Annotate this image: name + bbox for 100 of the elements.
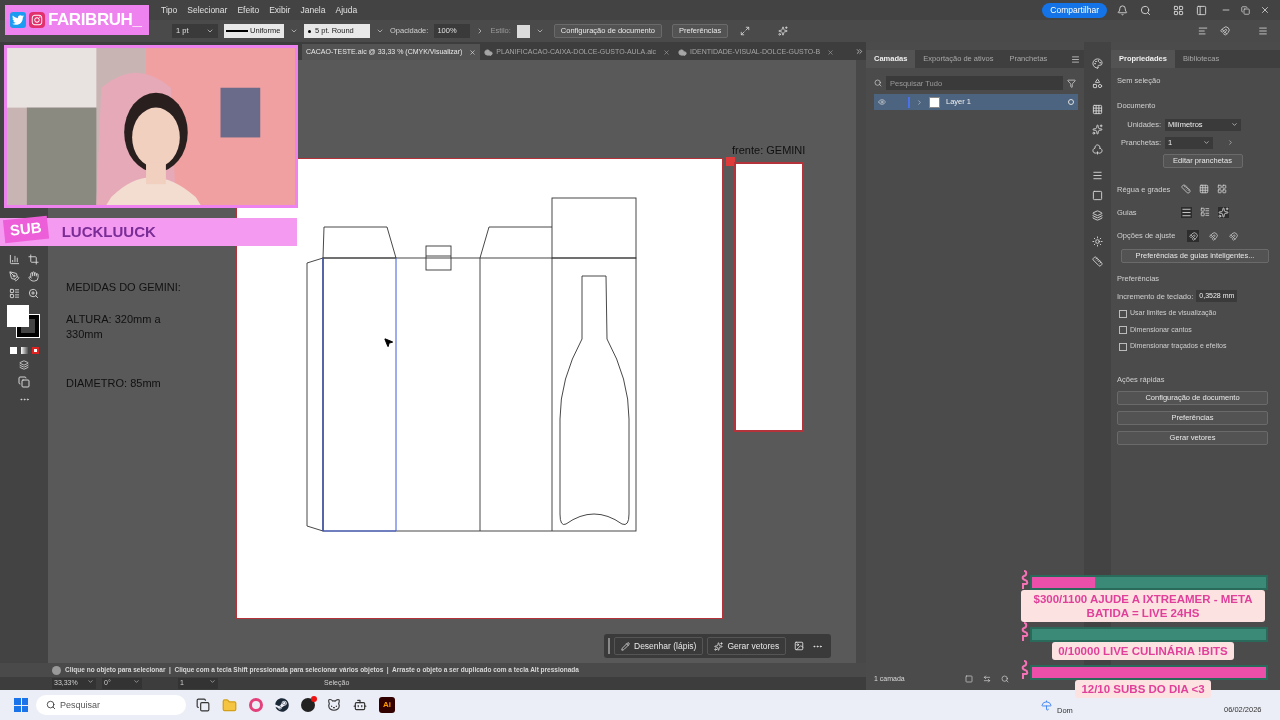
grid-icon[interactable] bbox=[1199, 184, 1209, 195]
search-icon bbox=[46, 700, 56, 710]
cat-icon[interactable] bbox=[327, 698, 341, 712]
hand-tool-icon[interactable] bbox=[28, 271, 39, 282]
gradient-swatch[interactable] bbox=[20, 347, 28, 354]
task-view-icon[interactable] bbox=[196, 698, 210, 712]
camera-icon bbox=[29, 12, 45, 28]
goal-text: $300/1100 AJUDE A IXTREAMER - META BATIDA = LIVE 24HS bbox=[1021, 590, 1265, 622]
menu-icon[interactable] bbox=[1258, 26, 1268, 36]
dropdown-icon[interactable] bbox=[290, 27, 298, 35]
align-icon[interactable] bbox=[1198, 26, 1208, 36]
chevron-down-icon bbox=[209, 678, 216, 686]
guides-icon[interactable] bbox=[1181, 206, 1192, 218]
layer-action-icon[interactable] bbox=[982, 675, 991, 683]
notifications-icon[interactable] bbox=[1117, 4, 1128, 16]
stroke-icon[interactable] bbox=[1092, 170, 1103, 181]
pixel-grid-icon[interactable] bbox=[1217, 184, 1227, 195]
steam-icon[interactable] bbox=[275, 698, 289, 712]
snap-option-button[interactable] bbox=[1187, 230, 1199, 242]
streamer-handle: FARIBRUH_ bbox=[48, 9, 142, 32]
bot-icon[interactable] bbox=[353, 698, 367, 712]
fill-stroke-swatches[interactable] bbox=[7, 305, 41, 341]
close-icon[interactable] bbox=[469, 48, 477, 56]
note-text: MEDIDAS DO GEMINI: bbox=[66, 280, 182, 295]
chevron-down-icon bbox=[206, 27, 214, 35]
chevron-down-icon bbox=[1231, 121, 1238, 128]
help-icon bbox=[52, 665, 61, 675]
ruler-icon[interactable] bbox=[1181, 184, 1191, 195]
cursor-icon bbox=[383, 337, 394, 348]
close-icon[interactable] bbox=[663, 48, 671, 56]
goal-text: 0/10000 LIVE CULINÁRIA !BITS bbox=[1052, 642, 1234, 660]
none-swatch[interactable] bbox=[31, 347, 39, 354]
share-button[interactable]: Compartilhar bbox=[1042, 2, 1107, 18]
snap-option-button[interactable] bbox=[1227, 230, 1239, 242]
taskbar-search-field[interactable]: Pesquisar bbox=[36, 695, 186, 715]
image-icon[interactable] bbox=[794, 641, 805, 651]
close-icon[interactable] bbox=[827, 48, 835, 56]
filter-icon[interactable] bbox=[1067, 78, 1076, 88]
dropdown-icon[interactable] bbox=[376, 27, 384, 35]
lock-guides-icon[interactable] bbox=[1200, 207, 1210, 218]
color-swatch[interactable] bbox=[9, 347, 17, 354]
search-icon[interactable] bbox=[1140, 4, 1151, 16]
start-icon[interactable] bbox=[14, 698, 28, 712]
menu-item[interactable]: Efeito bbox=[232, 3, 265, 17]
chevron-down-icon bbox=[1203, 139, 1210, 146]
checkbox[interactable] bbox=[1119, 342, 1127, 351]
taskbar-button[interactable]: Desenhar (lápis) bbox=[614, 637, 704, 655]
restore-icon[interactable] bbox=[1241, 5, 1250, 15]
shapes-icon[interactable] bbox=[1092, 78, 1103, 89]
menu-item[interactable]: Exibir bbox=[264, 3, 296, 17]
screen-mode-icon[interactable] bbox=[18, 376, 30, 388]
note-text: ALTURA: 320mm a 330mm bbox=[66, 312, 162, 342]
club-icon[interactable] bbox=[1092, 144, 1103, 155]
workspace-icon[interactable] bbox=[1173, 4, 1184, 16]
panel-icon[interactable] bbox=[1196, 4, 1207, 16]
note-text: DIAMETRO: 85mm bbox=[66, 376, 162, 391]
sparkle-icon[interactable] bbox=[778, 26, 789, 36]
checkbox[interactable] bbox=[1119, 326, 1127, 334]
chevron-down-icon bbox=[87, 678, 94, 686]
smart-guides-icon[interactable] bbox=[1218, 206, 1229, 218]
menu-item[interactable]: Ajuda bbox=[330, 3, 363, 17]
appearance-icon[interactable] bbox=[1092, 236, 1103, 247]
chevron-down-icon bbox=[133, 678, 140, 686]
magnet-icon[interactable] bbox=[1220, 26, 1230, 36]
browser-icon[interactable] bbox=[249, 698, 263, 712]
swatches-icon[interactable] bbox=[1092, 104, 1103, 115]
recorder-icon[interactable] bbox=[301, 698, 315, 712]
artboard-label: frente: GEMINI bbox=[732, 143, 806, 158]
taskbar-button[interactable]: Gerar vetores bbox=[707, 637, 787, 655]
subscriber-name: LUCKLUUCK bbox=[61, 221, 156, 242]
more-tabs-icon[interactable] bbox=[855, 47, 864, 56]
menu-item[interactable]: Selecionar bbox=[182, 3, 233, 17]
palette-icon[interactable] bbox=[1092, 58, 1103, 69]
zoom-tool-icon[interactable] bbox=[28, 288, 39, 299]
goal-text: 12/10 SUBS DO DIA <3 bbox=[1075, 680, 1211, 698]
style-swatch[interactable] bbox=[516, 24, 530, 38]
search-icon bbox=[874, 79, 882, 87]
pencil-icon bbox=[621, 641, 630, 651]
sparkle-icon bbox=[714, 641, 724, 651]
magnet-icon bbox=[1228, 231, 1238, 241]
graph-tool-icon[interactable] bbox=[9, 254, 20, 265]
transform-icon[interactable] bbox=[740, 26, 751, 36]
close-icon[interactable] bbox=[1260, 5, 1270, 15]
bird-icon bbox=[10, 12, 26, 28]
layer-thumbnail bbox=[929, 96, 940, 108]
dropdown-icon[interactable] bbox=[535, 27, 544, 35]
umbrella-icon bbox=[1041, 700, 1052, 711]
visibility-icon[interactable] bbox=[878, 98, 886, 106]
illustrator-app-icon[interactable]: Ai bbox=[379, 697, 395, 713]
magnet-icon bbox=[1208, 231, 1218, 241]
next-artboard-icon[interactable] bbox=[1227, 139, 1234, 146]
menu-item[interactable]: Tipo bbox=[156, 3, 183, 17]
artboard-tool-icon[interactable] bbox=[28, 254, 39, 265]
toolbar-edit-icon[interactable] bbox=[9, 288, 20, 299]
layer-action-icon[interactable] bbox=[1000, 675, 1009, 683]
menu-item[interactable]: Janela bbox=[295, 3, 331, 17]
panel-menu-icon[interactable] bbox=[1071, 54, 1080, 64]
layer-action-icon[interactable] bbox=[964, 675, 973, 683]
snap-option-button[interactable] bbox=[1207, 230, 1219, 242]
checkbox[interactable] bbox=[1119, 309, 1127, 318]
